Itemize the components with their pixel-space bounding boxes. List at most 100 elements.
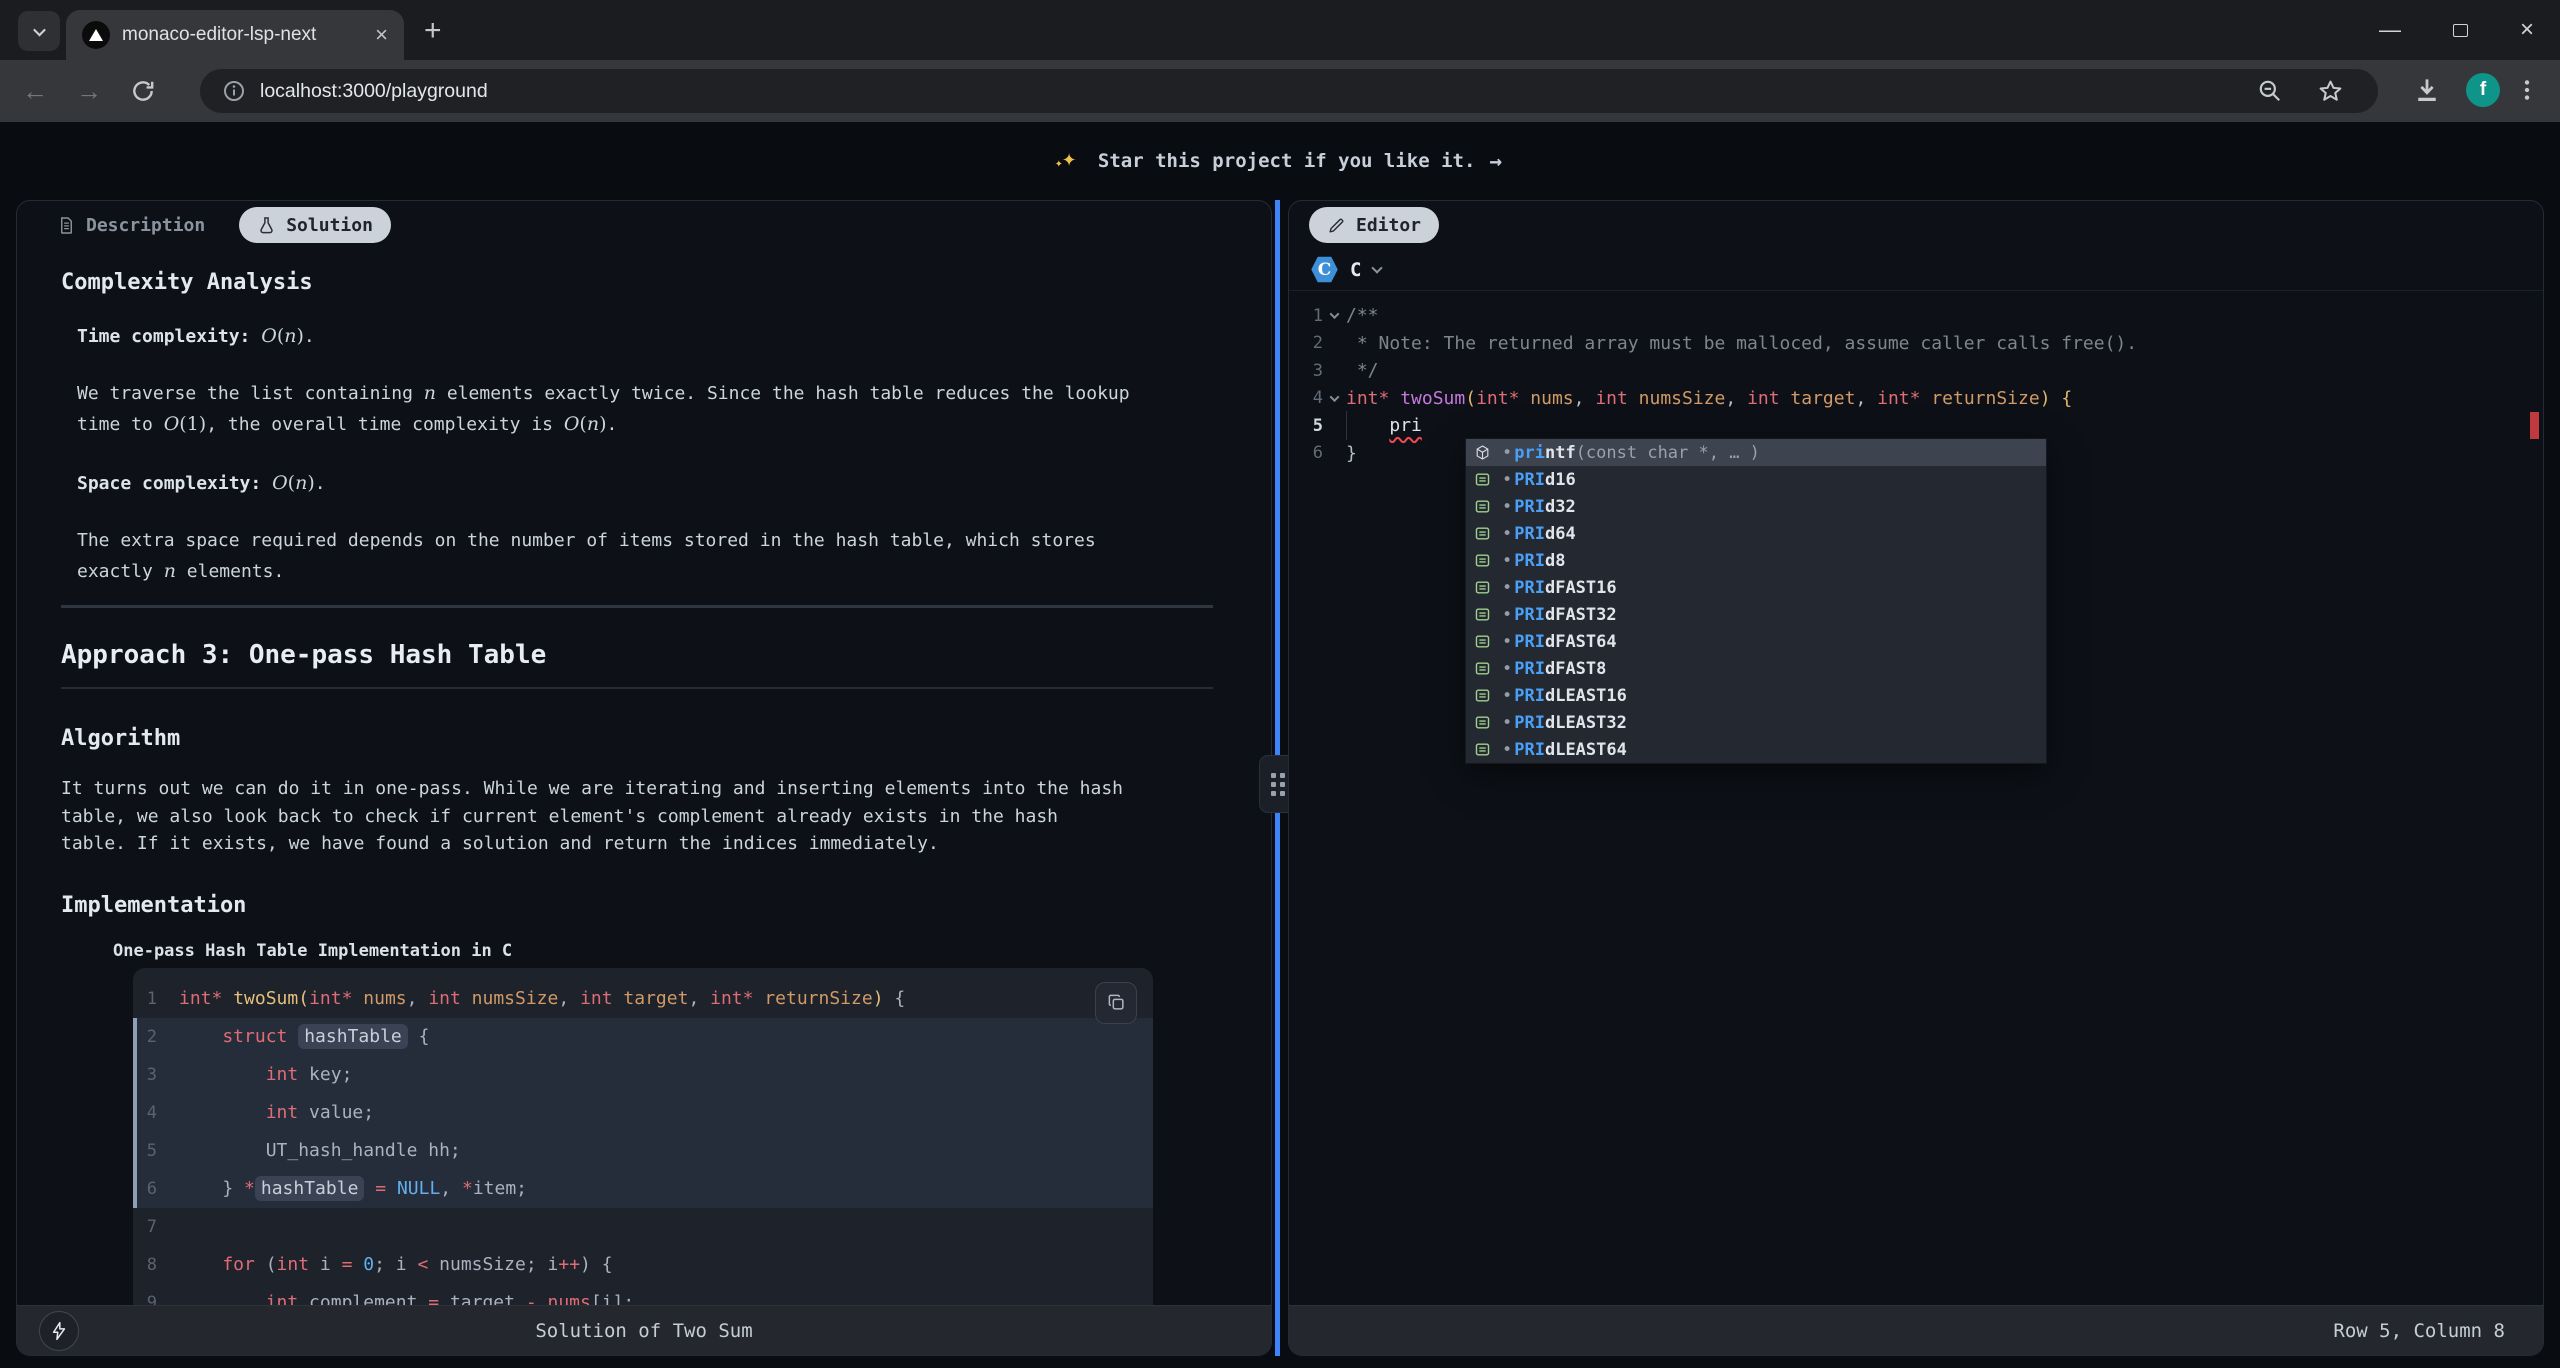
auto-include-bullet: • bbox=[1502, 551, 1512, 571]
tab-close-icon[interactable]: × bbox=[375, 24, 388, 46]
code-text: } bbox=[1346, 443, 1357, 464]
line-number: 9 bbox=[133, 1293, 179, 1306]
window-close-button[interactable]: × bbox=[2520, 16, 2534, 44]
tab-solution[interactable]: Solution bbox=[239, 207, 391, 243]
suggestion-item[interactable]: •PRIdFAST64 bbox=[1466, 628, 2046, 655]
symbol-text-icon bbox=[1474, 606, 1491, 623]
suggestion-signature: (const char *, … ) bbox=[1576, 443, 1760, 463]
tab-search-button[interactable] bbox=[18, 11, 60, 51]
line-number: 2 bbox=[1289, 333, 1323, 353]
code-caption: One-pass Hash Table Implementation in C bbox=[113, 940, 1271, 962]
copy-code-button[interactable] bbox=[1095, 982, 1137, 1024]
chevron-down-icon bbox=[1372, 262, 1383, 273]
maximize-button[interactable] bbox=[2453, 24, 2468, 37]
back-button[interactable]: ← bbox=[18, 74, 52, 108]
code-line: 3 */ bbox=[1289, 357, 2543, 385]
suggestion-match: PRI bbox=[1514, 551, 1545, 571]
line-number: 5 bbox=[133, 1141, 179, 1161]
line-number: 7 bbox=[133, 1217, 179, 1237]
suggestion-item[interactable]: •PRIdFAST32 bbox=[1466, 601, 2046, 628]
editor-status-bar: Row 5, Column 8 bbox=[1289, 1305, 2543, 1355]
suggestion-item[interactable]: •PRId64 bbox=[1466, 520, 2046, 547]
traverse-paragraph: We traverse the list containing n elemen… bbox=[77, 378, 1137, 440]
code-line: 1int* twoSum(int* nums, int numsSize, in… bbox=[133, 980, 1153, 1018]
suggestion-item[interactable]: •PRIdLEAST64 bbox=[1466, 736, 2046, 763]
tab-title: monaco-editor-lsp-next bbox=[122, 24, 363, 46]
math-expression: O(n) bbox=[261, 325, 304, 347]
forward-button[interactable]: → bbox=[72, 74, 106, 108]
suggestion-match: PRI bbox=[1514, 605, 1545, 625]
auto-include-bullet: • bbox=[1502, 659, 1512, 679]
suggestion-item[interactable]: •PRId16 bbox=[1466, 466, 2046, 493]
suggestion-item[interactable]: •PRIdFAST16 bbox=[1466, 574, 2046, 601]
math-expression: n bbox=[164, 560, 176, 582]
new-tab-button[interactable]: + bbox=[424, 16, 442, 46]
auto-include-bullet: • bbox=[1502, 686, 1512, 706]
auto-include-bullet: • bbox=[1502, 470, 1512, 490]
suggestion-item[interactable]: •PRIdLEAST32 bbox=[1466, 709, 2046, 736]
site-info-icon[interactable] bbox=[222, 79, 246, 103]
flask-icon bbox=[257, 216, 276, 235]
monaco-editor[interactable]: •printf(const char *, … )•PRId16•PRId32•… bbox=[1289, 291, 2543, 1305]
symbol-text-icon bbox=[1474, 525, 1491, 542]
suggestion-item[interactable]: •printf(const char *, … ) bbox=[1466, 439, 2046, 466]
suggestion-label: ntf bbox=[1545, 443, 1576, 463]
fold-chevron-icon[interactable] bbox=[1323, 312, 1346, 319]
zoom-out-icon[interactable] bbox=[2257, 78, 2283, 104]
auto-include-bullet: • bbox=[1502, 524, 1512, 544]
code-text: int* twoSum(int* nums, int numsSize, int… bbox=[179, 988, 905, 1009]
playground-page: ✦ ✦ Star this project if you like it. → … bbox=[0, 122, 2560, 1368]
star-project-banner[interactable]: ✦ ✦ Star this project if you like it. → bbox=[0, 122, 2560, 200]
suggestion-item[interactable]: •PRId32 bbox=[1466, 493, 2046, 520]
code-text: } *hashTable = NULL, *item; bbox=[179, 1178, 527, 1199]
language-label: C bbox=[1350, 259, 1361, 281]
banner-text: Star this project if you like it. bbox=[1098, 150, 1476, 172]
fold-chevron-icon[interactable] bbox=[1323, 395, 1346, 402]
math-expression: O(n) bbox=[564, 413, 607, 435]
grip-dots-icon bbox=[1271, 773, 1285, 796]
downloads-button[interactable] bbox=[2412, 75, 2442, 110]
browser-menu-button[interactable] bbox=[2514, 77, 2540, 108]
line-number: 2 bbox=[133, 1027, 179, 1047]
code-line: 4 int value; bbox=[133, 1094, 1153, 1132]
profile-avatar[interactable]: f bbox=[2466, 73, 2500, 107]
arrow-right-icon: → bbox=[1489, 149, 1502, 173]
code-text: int value; bbox=[179, 1102, 374, 1123]
code-text: /** bbox=[1346, 305, 1379, 326]
avatar-letter: f bbox=[2466, 73, 2500, 107]
reload-icon bbox=[130, 78, 156, 104]
tab-description[interactable]: Description bbox=[57, 215, 205, 236]
url-text[interactable]: localhost:3000/playground bbox=[260, 80, 2257, 103]
line-number: 6 bbox=[133, 1179, 179, 1199]
bookmark-star-icon[interactable] bbox=[2317, 78, 2344, 105]
tab-editor[interactable]: Editor bbox=[1309, 207, 1439, 243]
code-line: 5 UT_hash_handle hh; bbox=[133, 1132, 1153, 1170]
suggestion-label: dFAST16 bbox=[1545, 578, 1617, 598]
suggestion-label: dLEAST64 bbox=[1545, 740, 1627, 760]
address-bar[interactable]: localhost:3000/playground bbox=[200, 69, 2378, 113]
suggestion-label: dFAST64 bbox=[1545, 632, 1617, 652]
symbol-function-cube-icon bbox=[1474, 444, 1491, 461]
line-number: 1 bbox=[133, 989, 179, 1009]
code-text: int complement = target - nums[i]; bbox=[179, 1292, 634, 1305]
suggestion-item[interactable]: •PRId8 bbox=[1466, 547, 2046, 574]
suggestion-item[interactable]: •PRIdFAST8 bbox=[1466, 655, 2046, 682]
symbol-text-icon bbox=[1474, 498, 1491, 515]
problem-title: Solution of Two Sum bbox=[17, 1320, 1271, 1342]
reload-button[interactable] bbox=[126, 74, 160, 108]
symbol-text-icon bbox=[1474, 552, 1491, 569]
suggestion-match: PRI bbox=[1514, 659, 1545, 679]
code-line: 8 for (int i = 0; i < numsSize; i++) { bbox=[133, 1246, 1153, 1284]
auto-include-bullet: • bbox=[1502, 713, 1512, 733]
minimize-button[interactable]: — bbox=[2379, 17, 2401, 43]
solution-code-block: 1int* twoSum(int* nums, int numsSize, in… bbox=[133, 968, 1153, 1306]
space-complexity-paragraph: Space complexity: O(n). bbox=[77, 470, 1271, 497]
code-line: 7 bbox=[133, 1208, 1153, 1246]
document-icon bbox=[57, 216, 76, 235]
suggestion-label: d16 bbox=[1545, 470, 1576, 490]
browser-tab[interactable]: monaco-editor-lsp-next × bbox=[66, 10, 404, 60]
error-marker bbox=[2530, 412, 2539, 439]
language-selector[interactable]: C C bbox=[1289, 249, 2543, 291]
line-number: 3 bbox=[1289, 361, 1323, 381]
suggestion-item[interactable]: •PRIdLEAST16 bbox=[1466, 682, 2046, 709]
